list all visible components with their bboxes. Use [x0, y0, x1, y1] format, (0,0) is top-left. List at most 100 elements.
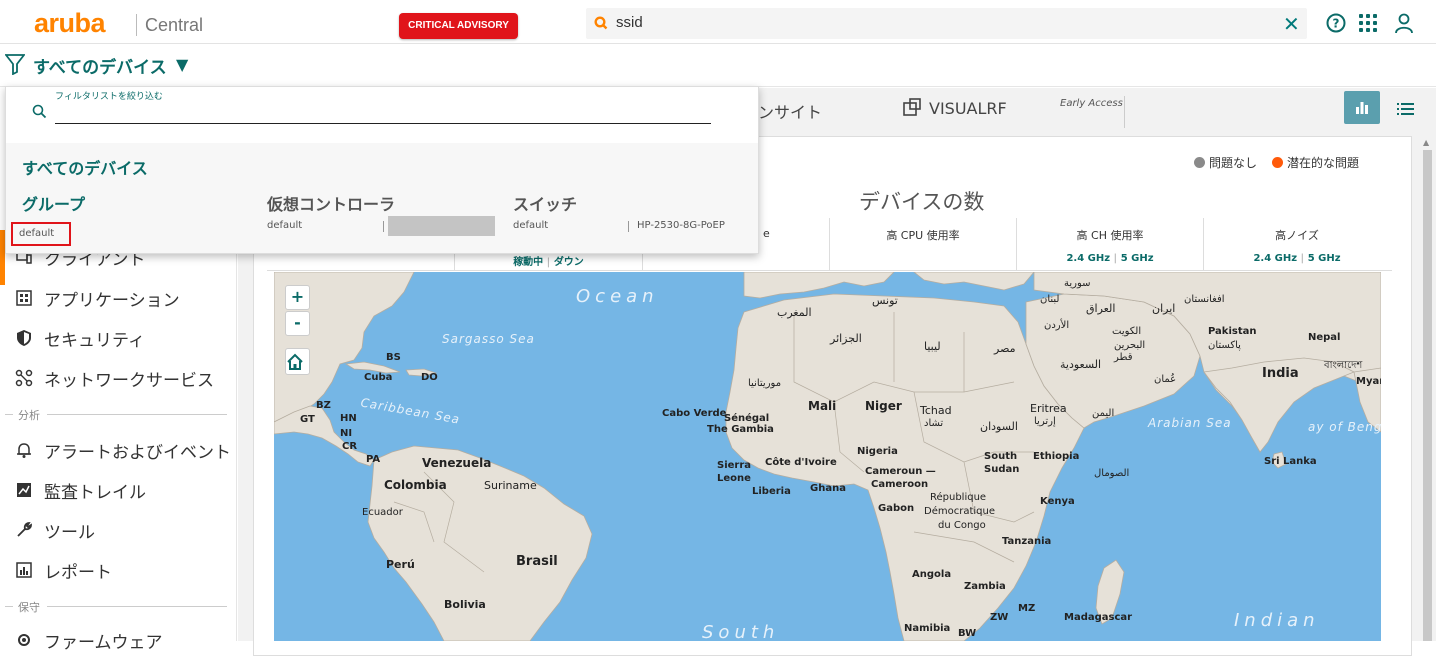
map-label: Perú	[386, 558, 415, 571]
zoom-out-button[interactable]: -	[285, 311, 310, 336]
group-default-item[interactable]: default	[11, 222, 71, 246]
aruba-logo[interactable]: aruba	[34, 10, 106, 37]
virtual-controller-heading[interactable]: 仮想コントローラ	[267, 191, 395, 215]
chart-view-button[interactable]	[1344, 91, 1380, 124]
close-icon[interactable]: ✕	[1283, 12, 1300, 36]
filter-icon[interactable]	[5, 53, 25, 75]
map-label: Sudan	[984, 464, 1020, 475]
map-label: قطر	[1114, 352, 1133, 363]
divider	[628, 221, 629, 232]
map-label: DO	[421, 372, 438, 383]
sidebar-item-label: 監査トレイル	[44, 483, 146, 503]
groups-heading[interactable]: グループ	[22, 191, 85, 215]
map-label: du Congo	[938, 520, 986, 531]
filter-options: すべてのデバイス グループ default 仮想コントローラ default ス…	[6, 143, 758, 253]
apps-icon	[16, 290, 32, 306]
map-label: الجزائر	[830, 332, 862, 345]
apps-grid-icon[interactable]	[1357, 12, 1379, 34]
filter-input-label: フィルタリストを絞り込む	[55, 92, 163, 102]
status-up-link[interactable]: 稼動中	[513, 257, 543, 268]
map-label: Ethiopia	[1033, 451, 1080, 462]
orange-dot-icon	[1272, 157, 1283, 168]
map-label: تشاد	[924, 418, 944, 429]
scrollbar-thumb[interactable]	[1423, 150, 1432, 641]
map-label: ایران	[1152, 302, 1176, 315]
section-analysis: 分析	[5, 407, 227, 422]
map-label: South	[702, 622, 780, 641]
home-button[interactable]	[285, 348, 310, 375]
map-label: Indian	[1234, 610, 1320, 631]
map-label: Sri Lanka	[1264, 456, 1317, 467]
switch-default-label[interactable]: default	[513, 220, 548, 231]
sidebar-item-label: セキュリティ	[44, 331, 145, 351]
search-input[interactable]: ssid	[616, 14, 643, 31]
divider	[383, 221, 384, 232]
map-label: India	[1262, 366, 1299, 381]
map-label: MZ	[1018, 603, 1036, 614]
vc-default-label[interactable]: default	[267, 220, 302, 231]
map-label: Gabon	[878, 503, 915, 514]
band-links: 2.4 GHz | 5 GHz	[1066, 253, 1154, 264]
option-all-devices[interactable]: すべてのデバイス	[22, 155, 148, 179]
map-label: Arabian Sea	[1148, 416, 1232, 430]
legend-ok-label: 問題なし	[1209, 156, 1258, 170]
help-icon[interactable]: ?	[1325, 12, 1347, 34]
map-label: NI	[340, 428, 353, 439]
audit-icon	[17, 483, 31, 497]
band-5-link[interactable]: 5 GHz	[1308, 253, 1341, 264]
panel-title: デバイスの数	[859, 190, 985, 214]
sidebar-item-label: アプリケーション	[44, 291, 180, 311]
map-label: Eritrea	[1030, 402, 1067, 415]
scroll-up-icon[interactable]: ▲	[1423, 138, 1429, 147]
map-label: العراق	[1086, 302, 1116, 315]
map-label: Cuba	[364, 372, 393, 383]
map-label: Colombia	[384, 478, 447, 492]
critical-advisory-button[interactable]: CRITICAL ADVISORY	[399, 13, 518, 39]
map-label: Sénégal	[724, 413, 770, 424]
list-icon	[1397, 103, 1414, 115]
map-label: Myan	[1356, 376, 1381, 387]
metric-label: 高ノイズ	[1275, 229, 1319, 242]
band-5-link[interactable]: 5 GHz	[1121, 253, 1154, 264]
map-label: سورية	[1064, 278, 1091, 289]
filter-list-input[interactable]	[55, 102, 711, 124]
tab-insight[interactable]: ンサイト	[758, 99, 822, 123]
band-24-link[interactable]: 2.4 GHz	[1066, 253, 1110, 264]
search-bar[interactable]: ssid ✕	[586, 8, 1307, 39]
filter-selector[interactable]: すべてのデバイス	[33, 53, 167, 78]
map-label: CR	[342, 441, 358, 452]
vc-name-placeholder[interactable]	[388, 216, 495, 236]
section-label: 分析	[18, 409, 40, 422]
map-label: Pakistan	[1208, 326, 1257, 337]
map-label: Namibia	[904, 623, 951, 634]
map-label: Tchad	[920, 404, 952, 417]
filter-search-area: フィルタリストを絞り込む	[6, 87, 758, 143]
sidebar-item-label: アラートおよびイベント	[44, 443, 231, 463]
caret-down-icon[interactable]: ▼	[176, 55, 188, 74]
switch-heading[interactable]: スイッチ	[513, 191, 577, 215]
list-view-button[interactable]	[1388, 91, 1424, 124]
user-icon[interactable]	[1393, 12, 1415, 34]
top-bar: aruba Central CRITICAL ADVISORY ssid ✕ ?	[0, 0, 1436, 44]
map-label: Côte d'Ivoire	[765, 457, 837, 468]
status-down-link[interactable]: ダウン	[554, 257, 584, 268]
map-label: BS	[386, 352, 401, 363]
world-map[interactable]: + - Ocean Sargasso Sea Caribbean Sea Ara…	[274, 272, 1381, 641]
map-label: السعودية	[1060, 358, 1102, 371]
search-icon	[594, 16, 608, 30]
device-filter-dropdown: フィルタリストを絞り込む すべてのデバイス グループ default 仮想コント…	[5, 86, 759, 254]
early-access-badge: Early Access	[1060, 98, 1123, 109]
zoom-in-button[interactable]: +	[285, 285, 310, 310]
map-label: Tanzania	[1002, 536, 1052, 547]
map-label: مصر	[994, 342, 1016, 355]
switch-model-label[interactable]: HP-2530-8G-PoEP	[637, 220, 725, 231]
map-label: Madagascar	[1064, 612, 1133, 623]
metric-high-ch: 高 CH 使用率 2.4 GHz | 5 GHz	[1016, 218, 1203, 270]
legend-issue: 潜在的な問題	[1272, 154, 1359, 171]
map-label: المغرب	[777, 306, 812, 319]
tab-visualrf[interactable]: VISUALRF	[929, 99, 1007, 118]
vertical-scrollbar[interactable]: ▲	[1420, 136, 1434, 641]
sidebar-item-label: ネットワークサービス	[44, 371, 214, 391]
band-24-link[interactable]: 2.4 GHz	[1253, 253, 1297, 264]
filter-bar: すべてのデバイス ▼	[0, 45, 1436, 87]
